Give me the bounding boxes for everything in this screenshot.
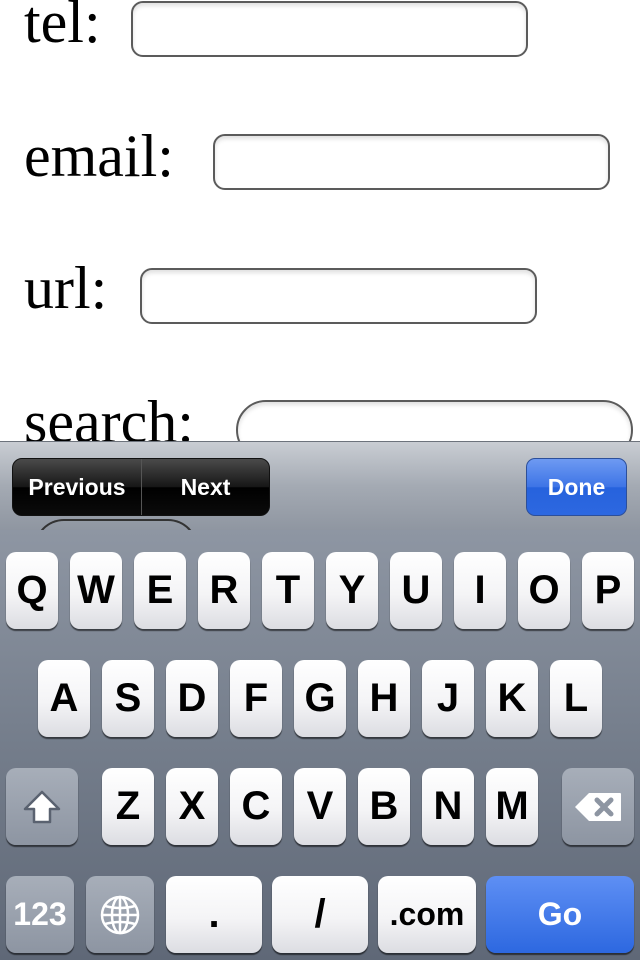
go-key[interactable]: Go [486,876,634,953]
tel-input[interactable] [131,1,528,57]
done-button[interactable]: Done [526,458,627,516]
email-label: email: [24,123,174,189]
key-l[interactable]: L [550,660,602,737]
key-r[interactable]: R [198,552,250,629]
keyboard: Q W E R T Y U I O P A S D F G H J K L Z … [0,530,640,960]
key-m[interactable]: M [486,768,538,845]
key-d[interactable]: D [166,660,218,737]
key-x[interactable]: X [166,768,218,845]
key-h[interactable]: H [358,660,410,737]
key-j[interactable]: J [422,660,474,737]
numbers-key[interactable]: 123 [6,876,74,953]
url-label: url: [24,255,108,321]
key-z[interactable]: Z [102,768,154,845]
url-input[interactable] [140,268,537,324]
key-n[interactable]: N [422,768,474,845]
key-v[interactable]: V [294,768,346,845]
form-assistant-bar: Previous Next Done [0,441,640,530]
key-f[interactable]: F [230,660,282,737]
dotcom-key[interactable]: .com [378,876,476,953]
delete-icon [575,792,621,821]
key-b[interactable]: B [358,768,410,845]
next-button[interactable]: Next [142,459,269,515]
globe-key[interactable] [86,876,154,953]
tel-label: tel: [24,0,101,55]
key-e[interactable]: E [134,552,186,629]
key-q[interactable]: Q [6,552,58,629]
key-k[interactable]: K [486,660,538,737]
shift-key[interactable] [6,768,78,845]
key-o[interactable]: O [518,552,570,629]
email-input[interactable] [213,134,610,190]
key-w[interactable]: W [70,552,122,629]
key-i[interactable]: I [454,552,506,629]
shift-icon [23,790,61,823]
period-key[interactable]: . [166,876,262,953]
key-y[interactable]: Y [326,552,378,629]
key-g[interactable]: G [294,660,346,737]
key-p[interactable]: P [582,552,634,629]
slash-key[interactable]: / [272,876,368,953]
key-a[interactable]: A [38,660,90,737]
key-c[interactable]: C [230,768,282,845]
key-t[interactable]: T [262,552,314,629]
key-s[interactable]: S [102,660,154,737]
globe-icon [100,895,140,934]
key-u[interactable]: U [390,552,442,629]
delete-key[interactable] [562,768,634,845]
prev-next-control: Previous Next [12,458,270,516]
previous-button[interactable]: Previous [13,459,142,515]
